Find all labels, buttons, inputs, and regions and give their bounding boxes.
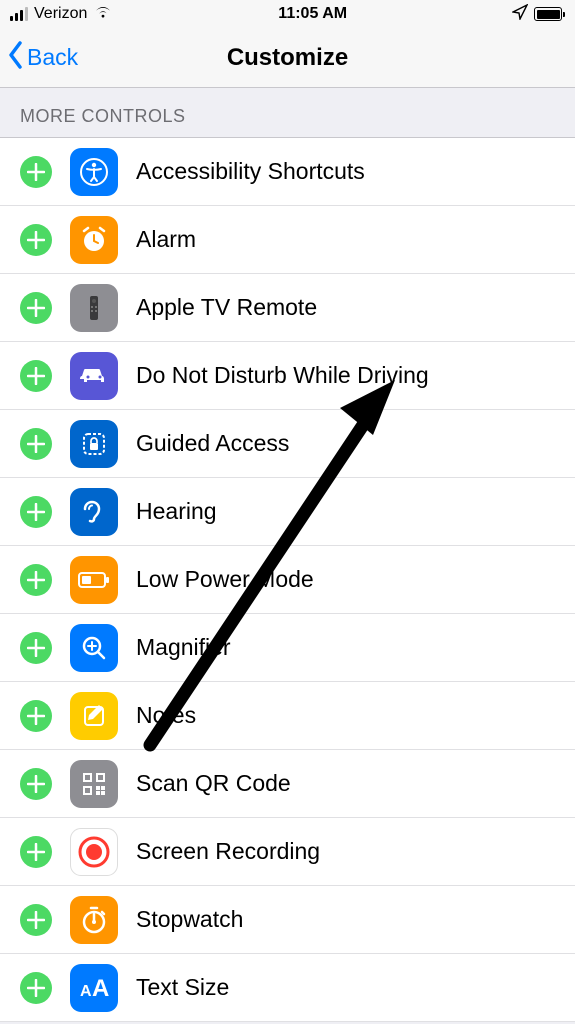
row-low-power-mode[interactable]: Low Power Mode <box>0 546 575 614</box>
add-button[interactable] <box>20 360 52 392</box>
row-label: Accessibility Shortcuts <box>136 158 365 185</box>
back-button[interactable]: Back <box>8 41 78 75</box>
svg-text:A: A <box>80 983 92 1000</box>
row-scan-qr[interactable]: Scan QR Code <box>0 750 575 818</box>
add-button[interactable] <box>20 224 52 256</box>
row-screen-recording[interactable]: Screen Recording <box>0 818 575 886</box>
add-button[interactable] <box>20 972 52 1004</box>
chevron-left-icon <box>8 41 24 75</box>
add-button[interactable] <box>20 428 52 460</box>
add-button[interactable] <box>20 632 52 664</box>
lock-dashed-icon <box>70 420 118 468</box>
section-header: MORE CONTROLS <box>0 88 575 138</box>
svg-text:A: A <box>92 975 109 1002</box>
location-arrow-icon <box>512 4 528 25</box>
add-button[interactable] <box>20 700 52 732</box>
text-size-icon: AA <box>70 964 118 1012</box>
row-accessibility-shortcuts[interactable]: Accessibility Shortcuts <box>0 138 575 206</box>
carrier-label: Verizon <box>34 5 87 23</box>
stopwatch-icon <box>70 896 118 944</box>
row-label: Scan QR Code <box>136 770 291 797</box>
battery-icon <box>70 556 118 604</box>
clock-label: 11:05 AM <box>278 5 347 23</box>
row-label: Apple TV Remote <box>136 294 317 321</box>
page-title: Customize <box>227 44 348 72</box>
row-text-size[interactable]: AA Text Size <box>0 954 575 1022</box>
wifi-icon <box>93 5 113 24</box>
accessibility-icon <box>70 148 118 196</box>
qr-icon <box>70 760 118 808</box>
add-button[interactable] <box>20 564 52 596</box>
more-controls-list: Accessibility Shortcuts Alarm Apple TV R… <box>0 138 575 1022</box>
ear-icon <box>70 488 118 536</box>
add-button[interactable] <box>20 156 52 188</box>
car-icon <box>70 352 118 400</box>
signal-strength-icon <box>10 7 28 21</box>
status-bar: Verizon 11:05 AM <box>0 0 575 28</box>
row-stopwatch[interactable]: Stopwatch <box>0 886 575 954</box>
row-hearing[interactable]: Hearing <box>0 478 575 546</box>
row-label: Magnifier <box>136 634 231 661</box>
row-label: Hearing <box>136 498 217 525</box>
row-label: Low Power Mode <box>136 566 314 593</box>
battery-icon <box>534 7 565 21</box>
row-label: Screen Recording <box>136 838 320 865</box>
row-label: Guided Access <box>136 430 289 457</box>
remote-icon <box>70 284 118 332</box>
nav-bar: Back Customize <box>0 28 575 88</box>
row-label: Notes <box>136 702 196 729</box>
add-button[interactable] <box>20 292 52 324</box>
row-alarm[interactable]: Alarm <box>0 206 575 274</box>
row-label: Text Size <box>136 974 229 1001</box>
row-label: Alarm <box>136 226 196 253</box>
alarm-icon <box>70 216 118 264</box>
add-button[interactable] <box>20 836 52 868</box>
row-guided-access[interactable]: Guided Access <box>0 410 575 478</box>
magnifier-icon <box>70 624 118 672</box>
record-icon <box>70 828 118 876</box>
notes-icon <box>70 692 118 740</box>
row-notes[interactable]: Notes <box>0 682 575 750</box>
row-label: Stopwatch <box>136 906 243 933</box>
add-button[interactable] <box>20 904 52 936</box>
add-button[interactable] <box>20 496 52 528</box>
add-button[interactable] <box>20 768 52 800</box>
back-label: Back <box>27 44 78 71</box>
row-magnifier[interactable]: Magnifier <box>0 614 575 682</box>
row-apple-tv-remote[interactable]: Apple TV Remote <box>0 274 575 342</box>
row-label: Do Not Disturb While Driving <box>136 362 429 389</box>
row-dnd-driving[interactable]: Do Not Disturb While Driving <box>0 342 575 410</box>
